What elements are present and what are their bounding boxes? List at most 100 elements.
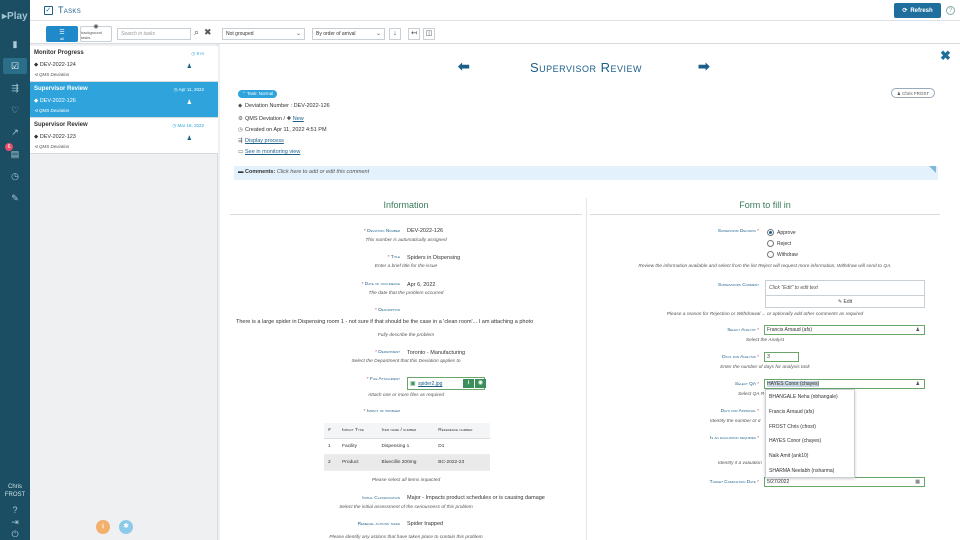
display-process-link[interactable]: Display process: [245, 138, 284, 144]
task-type: ⊲ QMS Deviation: [34, 144, 70, 149]
chart-icon[interactable]: ↗: [7, 124, 23, 140]
task-type: ⊲ QMS Deviation: [34, 108, 70, 113]
days-analysis-input[interactable]: 3: [764, 352, 799, 362]
collapse-list-icon[interactable]: ↤: [408, 28, 420, 40]
tasks-check-icon: ✓: [44, 5, 53, 15]
sort-direction-icon[interactable]: ↓: [389, 28, 401, 40]
previous-task-icon[interactable]: ⬅: [458, 58, 470, 75]
close-icon[interactable]: ✖: [940, 48, 951, 64]
eye-icon[interactable]: ◉: [475, 379, 486, 388]
wrench-icon[interactable]: ✎: [7, 190, 23, 206]
corner-fold-icon: [929, 166, 936, 173]
task-date: ◷ Mar 18, 2022: [172, 123, 204, 128]
file-attachment-label: * File Attachment: [366, 377, 400, 382]
dropdown-option[interactable]: Francis Arnaud (afs): [766, 405, 854, 420]
download-icon[interactable]: ⭳: [463, 379, 474, 388]
download-icon[interactable]: ⭳: [96, 520, 110, 534]
task-date: ◷ Apr 11, 2022: [173, 87, 204, 92]
app-logo: ▸Play: [2, 11, 28, 22]
task-list-item[interactable]: Monitor Progress ◷ 9 m ◆ DEV-2022-124 ♟ …: [30, 46, 218, 82]
edit-comment-button[interactable]: ✎ Edit: [766, 295, 924, 308]
information-heading: Information: [383, 200, 429, 210]
department-label: * Department: [375, 350, 400, 355]
new-link[interactable]: New: [293, 116, 304, 122]
decision-withdraw-radio[interactable]: Withdraw: [767, 251, 798, 258]
search-input[interactable]: Search in tasks: [117, 28, 191, 40]
impact-table: # Impact Type Item name / number Referen…: [324, 423, 490, 471]
all-tasks-button[interactable]: ☰ all: [46, 26, 78, 42]
document-icon[interactable]: ▤: [7, 146, 23, 162]
divider: [590, 214, 940, 215]
tasks-icon[interactable]: ☑: [3, 58, 27, 74]
classification-value: Major - Impacts product schedules or is …: [407, 495, 545, 501]
network-icon[interactable]: ✱: [119, 520, 133, 534]
type-line: ⚙ QMS Deviation / ✚ New: [238, 116, 304, 122]
split-view-icon[interactable]: ◫: [423, 28, 435, 40]
refresh-button[interactable]: ⟳ Refresh: [894, 3, 941, 18]
task-list-item-selected[interactable]: Supervisor Review ◷ Apr 11, 2022 ◆ DEV-2…: [30, 82, 218, 118]
list-icon: ☰: [59, 30, 65, 36]
field-hint: Please identify any actions that have ta…: [329, 535, 483, 540]
background-tasks-button[interactable]: ◉ background tasks: [80, 24, 112, 42]
table-row[interactable]: 2 Product Bluecillin 200mg BC-2022-23: [324, 454, 490, 471]
comment-label: Supervisors Comment: [718, 283, 759, 288]
field-hint: Fully describe the problem: [377, 333, 435, 338]
dashboard-icon[interactable]: ▮: [7, 36, 23, 52]
field-hint: Attach one or more files as required: [368, 393, 444, 398]
analyst-select[interactable]: Francis Arnaud (afs) ♟: [764, 325, 925, 335]
power-icon[interactable]: ⏻: [7, 526, 23, 540]
tag-icon: ◆: [238, 103, 243, 109]
help-button[interactable]: ?: [946, 6, 955, 15]
clock-icon[interactable]: ◷: [7, 168, 23, 184]
file-attachment-field: ▣ spider2.jpg ⭳ ◉: [407, 377, 486, 390]
remedial-value: Spider trapped: [407, 521, 444, 527]
file-link[interactable]: spider2.jpg: [418, 381, 442, 387]
impact-label: * Impact of problem: [363, 409, 400, 414]
qa-select[interactable]: HAYES Conor (chayes) ♟: [764, 379, 925, 389]
title-value: Spiders in Dispensing: [407, 255, 461, 261]
qa-label: Select QA *: [734, 382, 759, 387]
dropdown-option[interactable]: BHANGALE Neha (nbhangale): [766, 390, 854, 405]
comments-bar[interactable]: ▬ Comments: Click here to add or edit th…: [234, 166, 938, 180]
days-approval-label: Days for Approval *: [720, 409, 759, 414]
clear-search-icon[interactable]: ✖: [204, 27, 212, 38]
field-hint: Select the Department that this Deviatio…: [351, 359, 461, 364]
display-process: ⇶ Display process: [238, 138, 284, 144]
calendar-icon[interactable]: ▦: [915, 479, 920, 485]
owner-badge[interactable]: ♟ Chris FROST: [891, 88, 935, 98]
comment-field[interactable]: Click "Edit" to edit text ✎ Edit: [765, 280, 925, 308]
radio-icon: [767, 240, 774, 247]
field-hint: Identify the number of d: [710, 419, 761, 424]
chevron-down-icon: ⌄: [295, 31, 301, 37]
process-icon[interactable]: ⇶: [7, 80, 23, 96]
decision-approve-radio[interactable]: Approve: [767, 229, 796, 236]
user-name[interactable]: Chris FROST: [0, 483, 30, 499]
search-icon[interactable]: ⌕: [194, 27, 199, 38]
edit-icon: ✎: [837, 299, 843, 305]
remedial-label: Remedial actions taken: [357, 522, 400, 527]
decision-reject-radio[interactable]: Reject: [767, 240, 791, 247]
field-hint: The date that the problem occurred: [368, 291, 444, 296]
person-icon: ♟: [186, 64, 192, 70]
order-select[interactable]: By order of arrival ⌄: [312, 28, 385, 40]
date-value: Apr 6, 2022: [407, 282, 436, 288]
dropdown-option[interactable]: Naik Amit (ank10): [766, 449, 854, 464]
created-line: ◷ Created on Apr 11, 2022 4:51 PM: [238, 127, 327, 133]
field-hint: Enter a brief title for the issue: [374, 264, 438, 269]
health-icon[interactable]: ♡: [7, 102, 23, 118]
task-number: ◆ DEV-2022-124: [34, 62, 76, 68]
evaluation-label: Is an evaluation required *: [709, 436, 759, 441]
field-hint: Identify if a valuation: [718, 461, 762, 466]
task-number: ◆ DEV-2022-126: [34, 98, 76, 104]
task-list-item[interactable]: Supervisor Review ◷ Mar 18, 2022 ◆ DEV-2…: [30, 118, 218, 154]
monitoring-view-link[interactable]: See in monitoring view: [245, 149, 300, 155]
next-task-icon[interactable]: ➡: [698, 58, 710, 75]
table-row[interactable]: 1 Facility Dispensing 1 D1: [324, 438, 490, 455]
dropdown-option[interactable]: FROST Chris (cfrost): [766, 420, 854, 435]
eye-icon: ◉: [93, 24, 99, 30]
dropdown-option[interactable]: HAYES Conor (chayes): [766, 434, 854, 449]
dropdown-option[interactable]: SHARMA Neelabh (nsharma): [766, 464, 854, 479]
person-icon: ♟: [915, 381, 920, 387]
grouping-select[interactable]: Not grouped ⌄: [222, 28, 305, 40]
field-hint: Please a reason for Rejection or Withdra…: [666, 312, 864, 317]
